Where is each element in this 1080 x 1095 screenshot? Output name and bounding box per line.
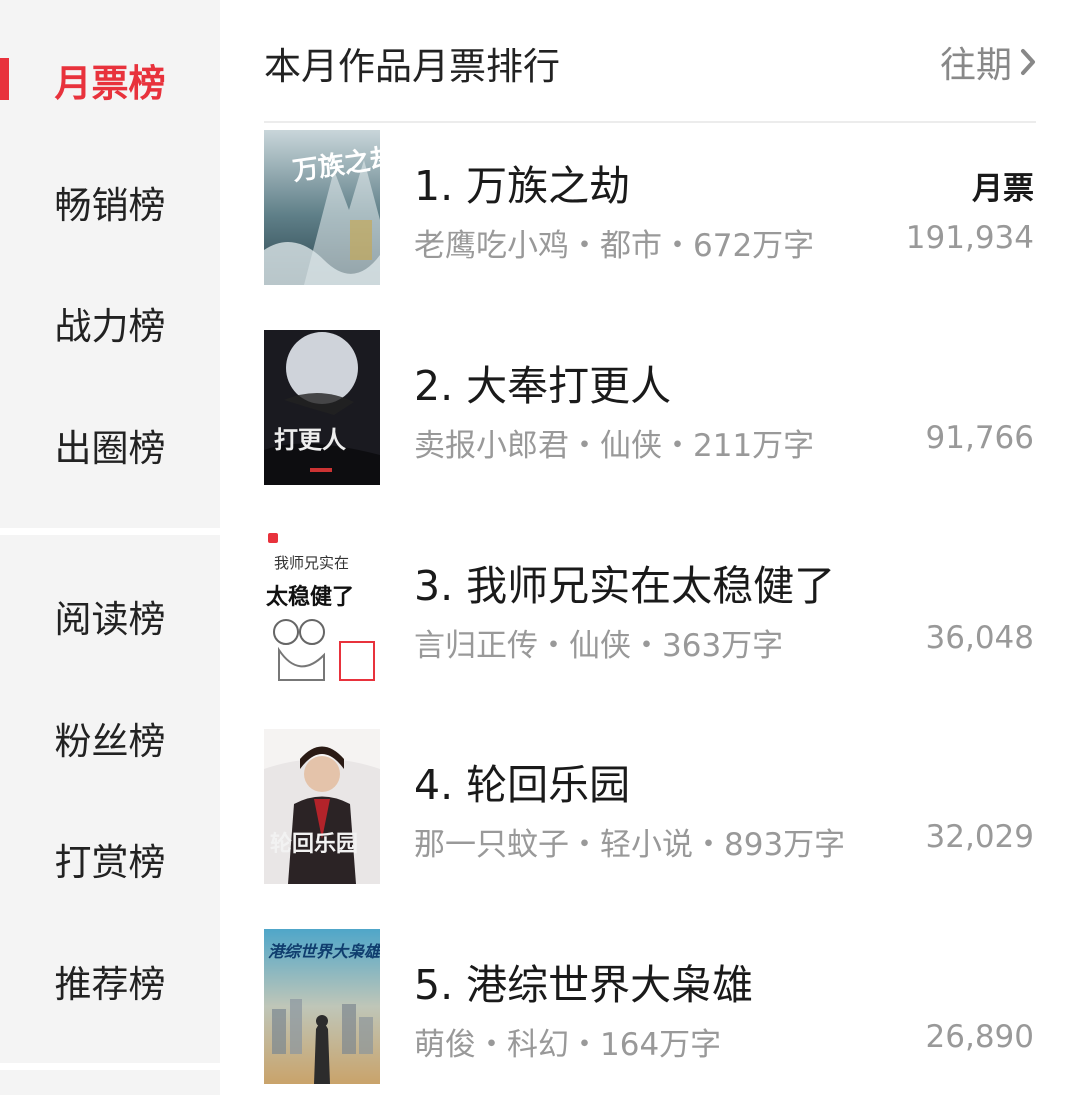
sidebar-item-fans[interactable]: 粉丝榜	[0, 698, 220, 778]
header-divider	[264, 121, 1036, 123]
book-meta: 萌俊・科幻・164万字	[414, 1027, 722, 1063]
book-cover-sketch-icon: 我师兄实在 太稳健了	[264, 530, 380, 685]
book-meta: 卖报小郎君・仙侠・211万字	[414, 428, 815, 464]
book-cover-city-icon: 港综世界大枭雄	[264, 929, 380, 1084]
book-row[interactable]: 轮回乐园 4. 轮回乐园 那一只蚊子・轻小说・893万字 32,029	[264, 729, 1036, 884]
ranking-header: 本月作品月票排行 往期	[264, 30, 1036, 90]
book-cover-moon-night-icon: 打更人	[264, 330, 380, 485]
svg-text:轮回乐园: 轮回乐园	[270, 831, 358, 857]
book-meta: 老鹰吃小鸡・都市・672万字	[414, 228, 815, 264]
sidebar-group-primary: 月票榜 畅销榜 战力榜 出圈榜	[0, 0, 220, 528]
book-row[interactable]: 我师兄实在 太稳健了 3. 我师兄实在太稳健了 言归正传・仙侠・363万字 36…	[264, 530, 1036, 685]
book-row[interactable]: 万族之劫 1. 万族之劫 老鹰吃小鸡・都市・672万字 月票 191,934	[264, 130, 1036, 285]
book-title[interactable]: 5. 港综世界大枭雄	[414, 951, 753, 1011]
book-cover-ice-mountain-icon: 万族之劫	[264, 130, 380, 285]
vote-count: 91,766	[925, 420, 1034, 456]
svg-text:打更人: 打更人	[274, 425, 346, 454]
sidebar-item-breakout[interactable]: 出圈榜	[0, 405, 220, 485]
book-meta: 言归正传・仙侠・363万字	[414, 628, 784, 664]
book-cover-character-icon: 轮回乐园	[264, 729, 380, 884]
sidebar-item-power[interactable]: 战力榜	[0, 283, 220, 363]
vote-count: 26,890	[925, 1019, 1034, 1055]
page-title: 本月作品月票排行	[264, 45, 560, 88]
history-link[interactable]: 往期	[940, 36, 1036, 88]
svg-text:我师兄实在: 我师兄实在	[274, 554, 349, 572]
sidebar-item-monthly-ticket[interactable]: 月票榜	[0, 40, 220, 120]
sidebar-item-bestseller[interactable]: 畅销榜	[0, 162, 220, 242]
chevron-right-icon	[1021, 49, 1035, 75]
book-meta: 那一只蚊子・轻小说・893万字	[414, 827, 846, 863]
book-title[interactable]: 1. 万族之劫	[414, 152, 630, 212]
sidebar-item-reading[interactable]: 阅读榜	[0, 576, 220, 656]
book-title[interactable]: 4. 轮回乐园	[414, 751, 630, 811]
vote-count: 36,048	[925, 620, 1034, 656]
sidebar-item-reward[interactable]: 打赏榜	[0, 819, 220, 899]
vote-count: 191,934	[905, 220, 1034, 256]
svg-text:太稳健了: 太稳健了	[266, 584, 354, 610]
history-label: 往期	[939, 45, 1012, 86]
sidebar-item-recommend[interactable]: 推荐榜	[0, 941, 220, 1021]
svg-text:港综世界大枭雄: 港综世界大枭雄	[268, 942, 380, 961]
votes-label: 月票	[972, 171, 1034, 207]
book-title[interactable]: 3. 我师兄实在太稳健了	[414, 552, 835, 612]
sidebar-group-secondary: 阅读榜 粉丝榜 打赏榜 推荐榜	[0, 535, 220, 1063]
sidebar-group-more	[0, 1070, 220, 1095]
sidebar: 月票榜 畅销榜 战力榜 出圈榜 阅读榜 粉丝榜 打赏榜 推荐榜	[0, 0, 220, 1095]
vote-count: 32,029	[925, 819, 1034, 855]
book-row[interactable]: 港综世界大枭雄 5. 港综世界大枭雄 萌俊・科幻・164万字 26,890	[264, 929, 1036, 1084]
book-title[interactable]: 2. 大奉打更人	[414, 352, 671, 412]
book-row[interactable]: 打更人 2. 大奉打更人 卖报小郎君・仙侠・211万字 91,766	[264, 330, 1036, 485]
